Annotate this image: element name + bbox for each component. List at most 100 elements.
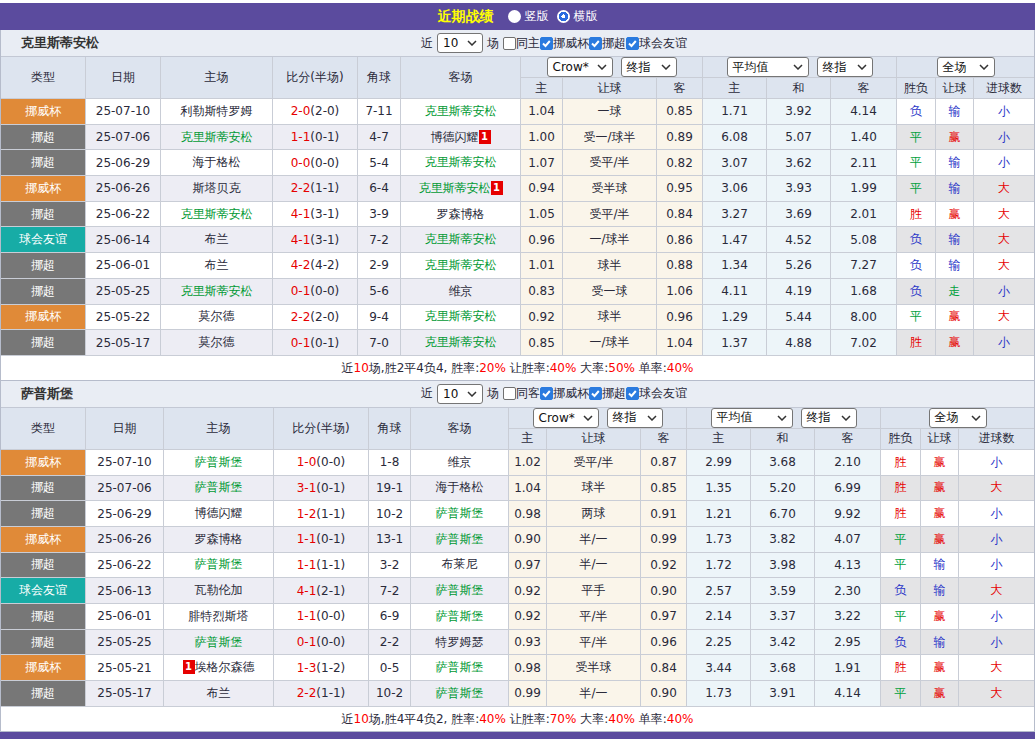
asia-away-odds: 0.90 [641,578,687,604]
home-team-cell: 克里斯蒂安松 [161,125,273,151]
league-checkbox-0[interactable] [540,387,553,400]
result-handicap-cell: 输 [936,253,974,279]
eu-home-odds: 1.47 [703,227,767,253]
eu-draw-odds: 3.68 [751,655,815,681]
asia-away-odds: 0.95 [657,176,703,202]
match-row: 挪超25-05-17莫尔德0-1(0-1)7-0克里斯蒂安松0.85一/球半1.… [1,330,1034,356]
radio-horizontal-group[interactable]: 横版 [557,8,598,25]
check-icon [541,388,552,399]
score-cell: 2-2(1-1) [274,681,369,707]
same-venue-checkbox[interactable] [503,387,516,400]
eu-draw-odds: 3.91 [751,681,815,707]
league-checkbox-2[interactable] [626,387,639,400]
score-cell: 3-1(0-1) [274,476,369,502]
bookmaker-select[interactable]: Crow* [533,408,599,428]
match-row: 挪超25-06-22萨普斯堡1-1(1-1)3-2布莱尼0.97半/一0.921… [1,553,1034,579]
same-venue-label[interactable]: 同客 [516,385,540,402]
col-home: 主场 [164,408,274,450]
fulltime-select[interactable]: 全场 [937,57,995,77]
eu-away-odds: 4.07 [815,527,881,553]
result-handicap-cell: 输 [936,227,974,253]
radio-vertical[interactable] [508,10,521,23]
league-checkbox-label[interactable]: 挪超 [602,385,626,402]
score-cell: 0-1(0-0) [273,279,358,305]
asia-home-odds: 1.00 [521,125,563,151]
score-cell: 2-2(1-1) [273,176,358,202]
radio-horizontal-label[interactable]: 横版 [574,8,598,25]
asia-away-odds: 0.99 [641,527,687,553]
result-wdl-cell: 胜 [881,476,921,502]
team-name: 萨普斯堡 [21,385,73,403]
away-team-cell: 维京 [411,450,509,476]
result-goals-cell: 小 [974,125,1034,151]
asia-away-odds: 0.86 [657,227,703,253]
col-handicap-result: 让球 [936,78,974,99]
result-group: 全场 [881,408,1034,429]
asia-away-odds: 0.92 [641,553,687,579]
match-row: 挪威杯25-06-26斯塔贝克2-2(1-1)6-4克里斯蒂安松10.94受半球… [1,176,1034,202]
score-cell: 1-0(0-0) [274,450,369,476]
home-team-cell: 萨普斯堡 [164,476,274,502]
home-team-cell: 博德闪耀 [164,501,274,527]
col-wdl: 胜负 [881,429,921,450]
team-header-row: 萨普斯堡近10场同客挪威杯挪超球会友谊 [1,381,1034,408]
league-checkbox-label[interactable]: 球会友谊 [639,35,687,52]
col-eu-away: 客 [831,78,897,99]
league-checkbox-label[interactable]: 挪威杯 [553,385,589,402]
league-checkbox-1[interactable] [589,387,602,400]
final-odds-select-2[interactable]: 终指 [801,408,857,428]
col-date: 日期 [86,408,164,450]
corner-cell: 2-2 [369,630,411,656]
league-cell: 挪威杯 [1,527,86,553]
asia-handicap-cell: 受半球 [563,176,657,202]
date-cell: 25-06-13 [86,578,164,604]
home-team-cell: 利勒斯特罗姆 [161,99,273,125]
average-select[interactable]: 平均值 [711,408,793,428]
radio-horizontal[interactable] [557,10,570,23]
header-group-row: 类型日期主场比分(半场)角球客场Crow*终指平均值终指全场 [1,408,1034,429]
eu-away-odds: 2.95 [815,630,881,656]
league-cell: 挪威杯 [1,450,86,476]
asia-home-odds: 0.92 [509,604,547,630]
eu-draw-odds: 3.59 [751,578,815,604]
asia-handicap-cell: 半/一 [547,553,641,579]
result-goals-cell: 小 [959,501,1034,527]
result-goals-cell: 小 [974,279,1034,305]
result-goals-cell: 大 [974,305,1034,331]
league-checkbox-label[interactable]: 球会友谊 [639,385,687,402]
fulltime-select[interactable]: 全场 [929,408,987,428]
corner-cell: 3-9 [358,202,401,228]
check-icon [627,388,638,399]
col-eu-home: 主 [703,78,767,99]
summary-row: 近10场,胜4平4负2, 胜率:40% 让胜率:70% 大率:40% 单率:40… [1,707,1034,732]
league-checkbox-label[interactable]: 挪超 [602,35,626,52]
bookmaker-select[interactable]: Crow* [547,57,613,77]
final-odds-select[interactable]: 终指 [621,57,677,77]
eu-home-odds: 6.08 [703,125,767,151]
final-odds-select-2[interactable]: 终指 [817,57,873,77]
col-wdl: 胜负 [897,78,936,99]
col-eu-draw: 和 [767,78,831,99]
eu-draw-odds: 3.68 [751,450,815,476]
same-venue-label[interactable]: 同主 [516,35,540,52]
league-cell: 挪超 [1,681,86,707]
league-checkbox-1[interactable] [589,37,602,50]
home-team-cell: 斯塔贝克 [161,176,273,202]
radio-vertical-label[interactable]: 竖版 [525,8,549,25]
league-checkbox-0[interactable] [540,37,553,50]
league-checkbox-label[interactable]: 挪威杯 [553,35,589,52]
away-team-cell: 布莱尼 [411,553,509,579]
average-select[interactable]: 平均值 [727,57,809,77]
result-wdl-cell: 平 [897,176,936,202]
eu-draw-odds: 3.93 [767,176,831,202]
same-venue-checkbox[interactable] [503,37,516,50]
league-checkbox-2[interactable] [626,37,639,50]
final-odds-select[interactable]: 终指 [607,408,663,428]
match-count-select[interactable]: 10 [437,384,483,404]
date-cell: 25-06-29 [86,501,164,527]
near-label: 近 [421,35,433,52]
result-wdl-cell: 负 [881,578,921,604]
asia-handicap-cell: 半/一 [547,527,641,553]
match-count-select[interactable]: 10 [437,33,483,53]
radio-vertical-group[interactable]: 竖版 [508,8,549,25]
